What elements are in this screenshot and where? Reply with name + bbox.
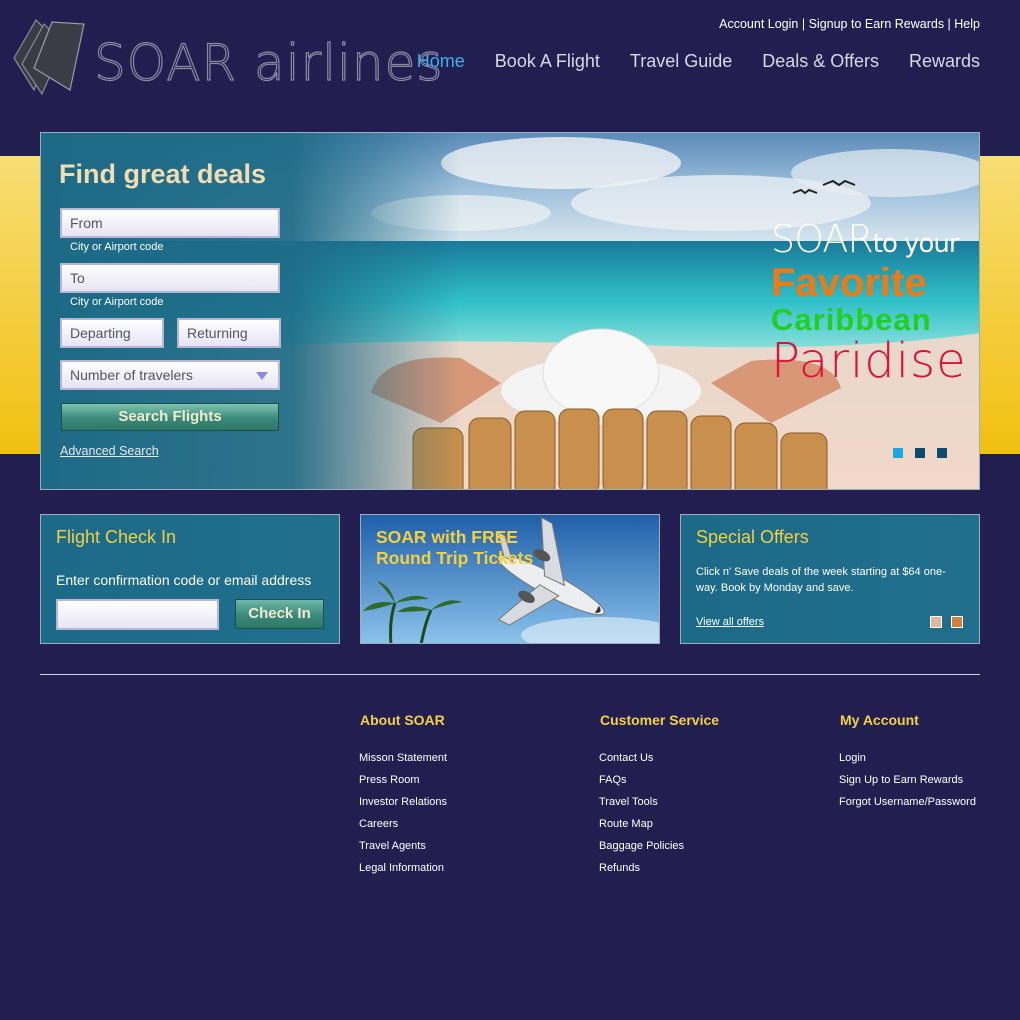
free-tickets-promo-card[interactable]: SOAR with FREE Round Trip Tickets xyxy=(360,514,660,644)
footer-heading-my-account: My Account xyxy=(840,712,919,728)
free-tickets-line-1: SOAR with FREE xyxy=(376,527,518,547)
from-input[interactable]: From xyxy=(60,208,280,238)
advanced-search-link[interactable]: Advanced Search xyxy=(60,444,159,458)
footer-link-press-room[interactable]: Press Room xyxy=(359,769,447,791)
flight-search-form: Find great deals From City or Airport co… xyxy=(41,133,331,489)
footer-link-travel-tools[interactable]: Travel Tools xyxy=(599,791,719,813)
special-offers-card: Special Offers Click n' Save deals of th… xyxy=(680,514,980,644)
nav-deals-offers[interactable]: Deals & Offers xyxy=(762,51,879,72)
logo[interactable]: SOAR airlines xyxy=(12,18,443,96)
promo-line-4: Paridise xyxy=(771,333,967,389)
confirmation-code-input[interactable] xyxy=(56,599,219,630)
carousel-dot-2[interactable] xyxy=(915,448,925,458)
travelers-select-value: Number of travelers xyxy=(70,367,193,383)
to-hint: City or Airport code xyxy=(70,296,164,308)
promo-soar: SOAR xyxy=(771,217,874,261)
view-all-offers-link[interactable]: View all offers xyxy=(696,616,764,628)
search-title: Find great deals xyxy=(59,159,267,189)
account-login-link[interactable]: Account Login xyxy=(719,17,798,31)
to-input[interactable]: To xyxy=(60,263,280,293)
special-offers-text: Click n' Save deals of the week starting… xyxy=(696,566,946,594)
help-link[interactable]: Help xyxy=(954,17,980,31)
checkin-title: Flight Check In xyxy=(56,527,177,547)
utility-separator: | xyxy=(798,17,809,31)
footer-link-mission[interactable]: Misson Statement xyxy=(359,747,447,769)
travelers-select[interactable]: Number of travelers xyxy=(60,360,280,390)
footer-heading-customer-service: Customer Service xyxy=(600,712,720,728)
check-in-button[interactable]: Check In xyxy=(235,599,324,629)
signup-rewards-link[interactable]: Signup to Earn Rewards xyxy=(809,17,945,31)
carousel-dot-3[interactable] xyxy=(937,448,947,458)
chevron-down-icon xyxy=(256,372,268,380)
footer-link-route-map[interactable]: Route Map xyxy=(599,813,719,835)
footer-column-my-account: My Account Login Sign Up to Earn Rewards… xyxy=(839,712,976,813)
checkin-label: Enter confirmation code or email address xyxy=(56,572,312,588)
promo-line-1: SOARto your xyxy=(771,219,971,264)
footer-link-login[interactable]: Login xyxy=(839,747,976,769)
offers-slide-2[interactable] xyxy=(951,616,963,628)
nav-home[interactable]: Home xyxy=(417,51,465,72)
logo-tickets-icon xyxy=(13,19,85,96)
footer-link-refunds[interactable]: Refunds xyxy=(599,857,719,879)
footer-link-forgot-credentials[interactable]: Forgot Username/Password xyxy=(839,791,976,813)
hero-promo-text: SOARto your Favorite Caribbean Paridise xyxy=(771,219,971,389)
utility-links: Account Login | Signup to Earn Rewards |… xyxy=(719,17,980,31)
carousel-dots xyxy=(893,448,947,458)
footer-column-about: About SOAR Misson Statement Press Room I… xyxy=(359,712,447,879)
free-tickets-line-2: Round Trip Tickets xyxy=(376,548,534,568)
from-hint: City or Airport code xyxy=(70,241,164,253)
footer-link-legal[interactable]: Legal Information xyxy=(359,857,447,879)
footer-link-travel-agents[interactable]: Travel Agents xyxy=(359,835,447,857)
promo-line-2: Favorite xyxy=(771,261,927,305)
free-tickets-headline: SOAR with FREE Round Trip Tickets xyxy=(376,527,556,569)
footer-link-careers[interactable]: Careers xyxy=(359,813,447,835)
main-nav: Home Book A Flight Travel Guide Deals & … xyxy=(387,51,980,72)
footer-link-contact[interactable]: Contact Us xyxy=(599,747,719,769)
footer-column-customer-service: Customer Service Contact Us FAQs Travel … xyxy=(599,712,719,879)
nav-travel-guide[interactable]: Travel Guide xyxy=(630,51,732,72)
nav-book-a-flight[interactable]: Book A Flight xyxy=(495,51,600,72)
footer-link-investor-relations[interactable]: Investor Relations xyxy=(359,791,447,813)
footer-link-signup-rewards[interactable]: Sign Up to Earn Rewards xyxy=(839,769,976,791)
hero-banner: Find great deals From City or Airport co… xyxy=(40,132,980,490)
carousel-dot-1[interactable] xyxy=(893,448,903,458)
nav-rewards[interactable]: Rewards xyxy=(909,51,980,72)
utility-separator: | xyxy=(944,17,955,31)
footer-link-baggage[interactable]: Baggage Policies xyxy=(599,835,719,857)
footer-divider xyxy=(40,674,980,675)
search-flights-button[interactable]: Search Flights xyxy=(61,403,279,431)
offers-slide-1[interactable] xyxy=(930,616,942,628)
footer-heading-about: About SOAR xyxy=(360,712,445,728)
returning-date-input[interactable]: Returning xyxy=(177,318,281,348)
departing-date-input[interactable]: Departing xyxy=(60,318,164,348)
flight-checkin-card: Flight Check In Enter confirmation code … xyxy=(40,514,340,644)
special-offers-title: Special Offers xyxy=(696,527,809,547)
footer-link-faqs[interactable]: FAQs xyxy=(599,769,719,791)
promo-to-your: to your xyxy=(872,229,960,259)
